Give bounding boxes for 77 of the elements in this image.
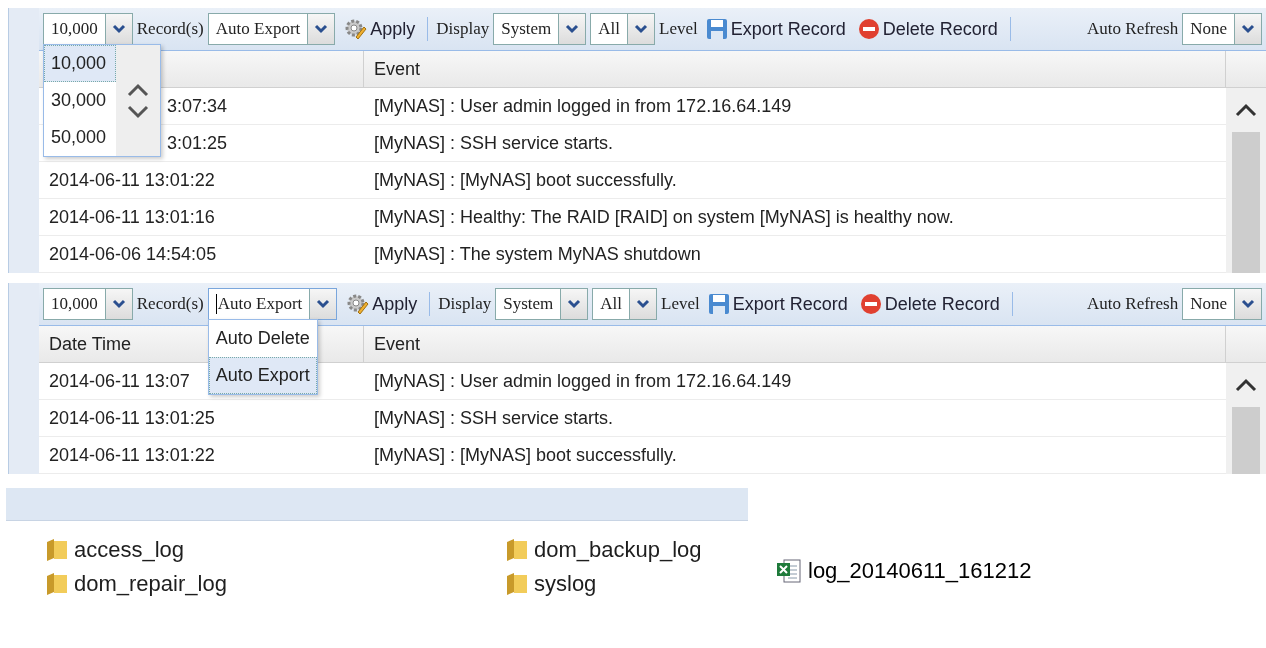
dropdown-option[interactable]: 50,000 [44, 119, 116, 156]
toolbar-label: Auto Refresh [1087, 294, 1179, 314]
scrollbar-thumb[interactable] [1232, 407, 1260, 474]
scroll-up-icon[interactable] [1235, 103, 1257, 117]
scroll-up-icon[interactable] [1235, 378, 1257, 392]
folder-item[interactable]: syslog [506, 571, 748, 597]
dropdown-option[interactable]: 10,000 [44, 45, 116, 82]
toolbar-button[interactable]: Apply [341, 292, 422, 316]
date-time-cell: 2014-06-11 13:01:22 [49, 444, 215, 466]
toolbar-button[interactable]: Apply [339, 17, 420, 41]
dropdown-field[interactable]: System [493, 13, 587, 45]
chevron-down-icon [1241, 24, 1255, 34]
chevron-down-icon [1241, 299, 1255, 309]
event-cell: [MyNAS] : SSH service starts. [374, 407, 614, 429]
column-header[interactable]: Event [374, 58, 421, 80]
dropdown-field[interactable]: None [1182, 288, 1262, 320]
date-time-cell: 2014-06-11 13:01:22 [49, 169, 215, 191]
column-header[interactable]: Date Time [49, 333, 132, 355]
event-cell: [MyNAS] : The system MyNAS shutdown [374, 243, 701, 265]
minus-circle-icon [857, 18, 880, 40]
folder-icon [506, 572, 528, 596]
event-cell: [MyNAS] : Healthy: The RAID [RAID] on system [MyNAS] is healthy now. [374, 206, 954, 228]
folder-item[interactable]: dom_repair_log [46, 571, 506, 597]
file-item[interactable]: log_20140611_161212 [776, 558, 1156, 584]
dropdown-field[interactable]: None [1182, 13, 1262, 45]
toolbar-label: Record(s) [136, 294, 204, 314]
dropdown-field[interactable]: All [590, 13, 656, 45]
dropdown-option[interactable]: Auto Delete [208, 320, 317, 357]
chevron-down-icon [111, 24, 126, 34]
text-cursor [215, 294, 217, 314]
chevron-down-icon [565, 24, 580, 34]
toolbar-label: Level [659, 19, 698, 39]
chevron-down-icon [567, 299, 582, 309]
chevron-down-icon [636, 299, 651, 309]
minus-circle-icon [859, 293, 882, 315]
event-cell: [MyNAS] : User admin logged in from 172.16.64.149 [374, 370, 792, 392]
gear-icon [343, 17, 368, 41]
gear-icon [345, 292, 370, 316]
folder-icon [46, 572, 68, 596]
chevron-down-icon [634, 24, 649, 34]
event-cell: [MyNAS] : SSH service starts. [374, 132, 614, 154]
dropdown-field[interactable]: All [592, 288, 658, 320]
toolbar-button[interactable]: Delete Record [853, 18, 1002, 40]
chevron-down-icon [111, 299, 126, 309]
date-time-cell: 3:07:34 [167, 95, 228, 117]
event-cell: [MyNAS] : [MyNAS] boot successfully. [374, 444, 677, 466]
folder-item[interactable]: dom_backup_log [506, 537, 748, 563]
date-time-cell: 2014-06-11 13:01:16 [49, 206, 215, 228]
dropdown-option[interactable]: 30,000 [44, 82, 116, 119]
chevron-down-icon [314, 24, 329, 34]
folder-icon [46, 538, 68, 562]
toolbar-label: Display [438, 294, 492, 314]
toolbar-label: Auto Refresh [1087, 19, 1179, 39]
event-cell: [MyNAS] : [MyNAS] boot successfully. [374, 169, 677, 191]
date-time-cell: 2014-06-11 13:01:25 [49, 407, 215, 429]
folder-icon [506, 538, 528, 562]
date-time-cell: 3:01:25 [167, 132, 228, 154]
dropdown-field[interactable]: Auto Export [207, 13, 336, 45]
folder-item[interactable]: access_log [46, 537, 506, 563]
scrollbar-thumb[interactable] [1232, 132, 1260, 273]
dropdown-field[interactable]: System [495, 288, 589, 320]
chevron-down-icon [316, 299, 331, 309]
dropdown-field[interactable]: 10,000 [43, 288, 133, 320]
scroll-down-icon[interactable] [127, 104, 149, 119]
date-time-cell: 2014-06-06 14:54:05 [49, 243, 217, 265]
toolbar-label: Level [661, 294, 700, 314]
dropdown-option[interactable]: Auto Export [208, 357, 317, 394]
scroll-up-icon[interactable] [127, 82, 149, 97]
toolbar-button[interactable]: Export Record [703, 293, 852, 315]
toolbar-button[interactable]: Delete Record [855, 293, 1004, 315]
date-time-cell: 2014-06-11 13:07 [49, 370, 190, 392]
spreadsheet-file-icon [776, 558, 802, 584]
toolbar-label: Record(s) [136, 19, 204, 39]
event-cell: [MyNAS] : User admin logged in from 172.16.64.149 [374, 95, 792, 117]
toolbar-label: Display [436, 19, 490, 39]
toolbar-button[interactable]: Export Record [701, 18, 850, 40]
column-header[interactable]: Event [374, 333, 421, 355]
